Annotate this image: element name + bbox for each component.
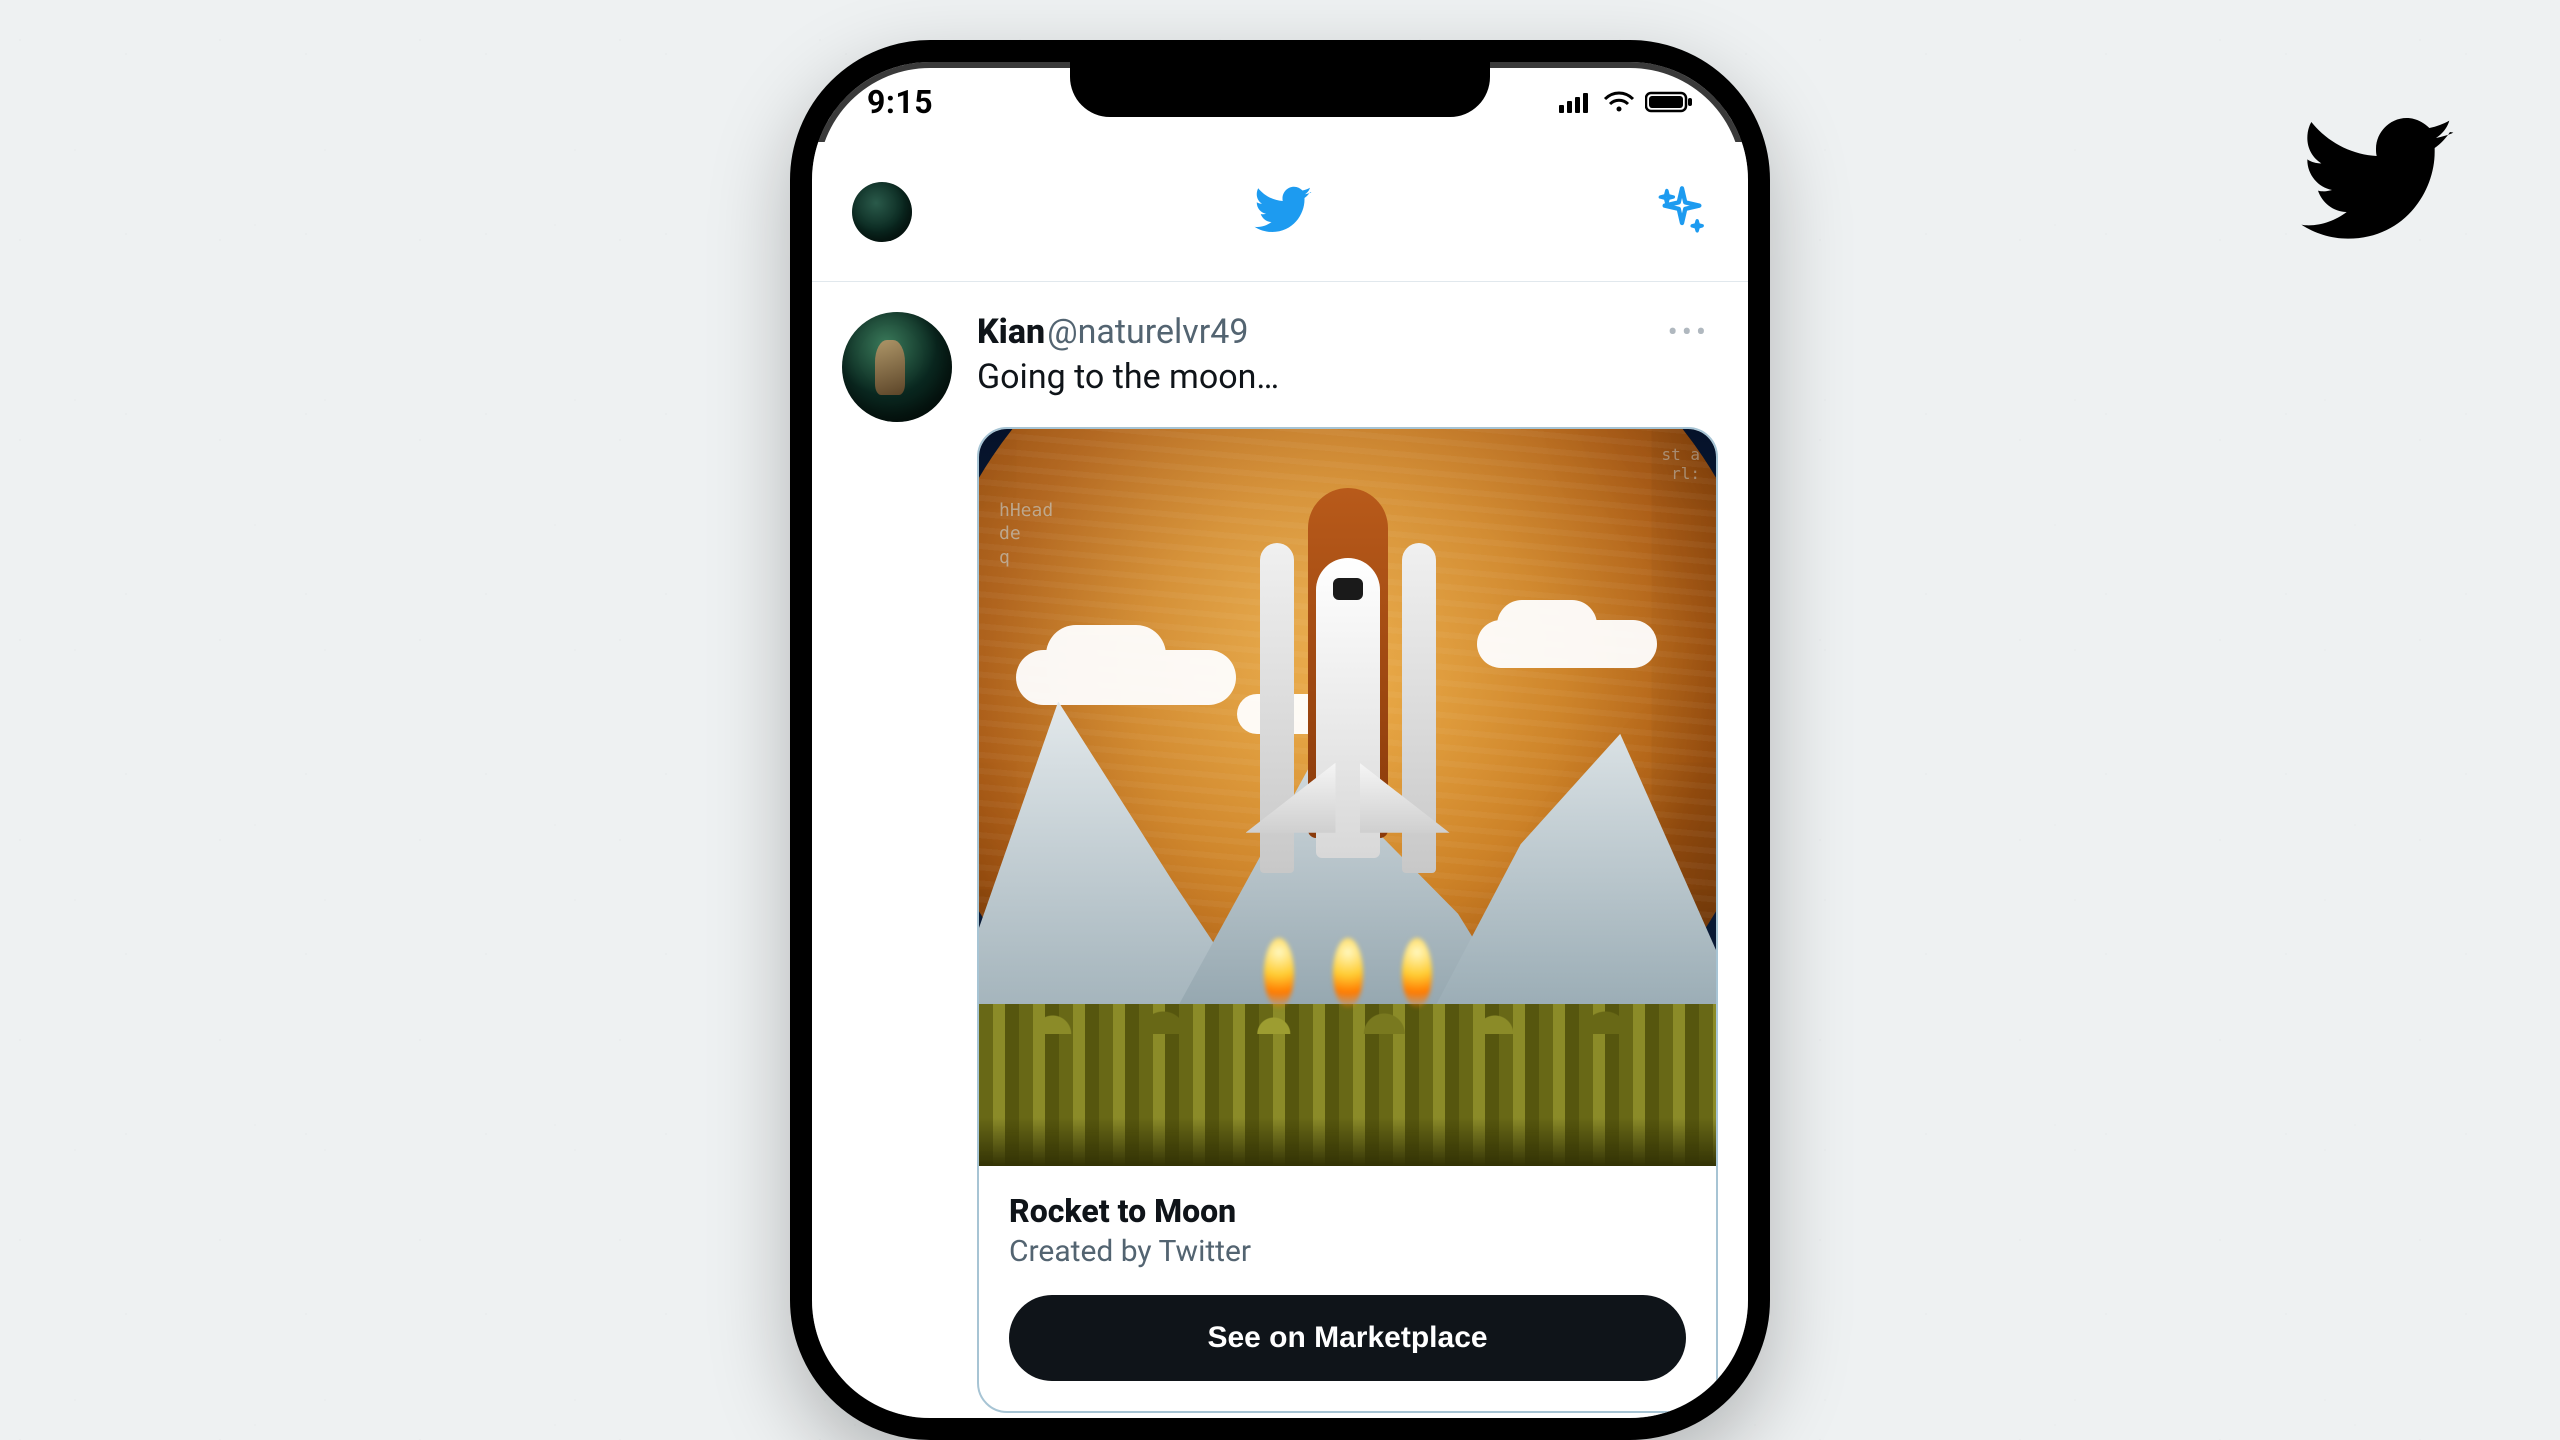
twitter-logo-corner	[2300, 100, 2460, 260]
nft-creator: Created by Twitter	[1009, 1234, 1686, 1269]
nft-title: Rocket to Moon	[1009, 1192, 1686, 1230]
twitter-logo-icon[interactable]	[1254, 180, 1314, 244]
tweet-actions	[977, 1413, 1718, 1440]
nft-art-cloud	[1016, 650, 1236, 705]
nft-art-shuttle	[1238, 488, 1458, 968]
sparkle-icon[interactable]	[1656, 184, 1708, 240]
nft-meta: Rocket to Moon Created by Twitter See on…	[979, 1166, 1716, 1411]
nft-image[interactable]: hHead de q st a rl:	[979, 429, 1716, 1166]
tweet-user[interactable]: Kian@naturelvr49	[977, 312, 1249, 353]
tweet-body: Kian@naturelvr49 ••• Going to the moon…	[977, 312, 1718, 1440]
phone-notch	[1070, 62, 1490, 117]
status-time: 9:15	[867, 83, 933, 121]
more-options-icon[interactable]: •••	[1660, 315, 1718, 350]
tweet-author-avatar[interactable]	[842, 312, 952, 422]
author-handle: @naturelvr49	[1047, 312, 1248, 352]
wifi-icon	[1603, 91, 1635, 113]
nft-art-overlay-text: hHead de q	[999, 499, 1053, 569]
profile-avatar-small[interactable]	[852, 182, 912, 242]
cellular-icon	[1559, 91, 1593, 113]
nft-card[interactable]: hHead de q st a rl: Rocket to Moon Creat…	[977, 427, 1718, 1413]
nft-art-trees	[979, 1004, 1716, 1166]
nft-art-overlay-text: st a rl:	[1661, 445, 1700, 483]
nft-art-cloud	[1477, 620, 1657, 668]
app-header	[812, 142, 1748, 282]
tweet-header: Kian@naturelvr49 •••	[977, 312, 1718, 353]
status-icons	[1559, 91, 1693, 113]
author-name: Kian	[977, 312, 1045, 352]
twitter-app: Kian@naturelvr49 ••• Going to the moon…	[812, 142, 1748, 1418]
tweet-text: Going to the moon…	[977, 357, 1718, 397]
tweet[interactable]: Kian@naturelvr49 ••• Going to the moon…	[812, 282, 1748, 1440]
see-on-marketplace-button[interactable]: See on Marketplace	[1009, 1295, 1686, 1381]
phone-frame: 9:15	[790, 40, 1770, 1440]
battery-icon	[1645, 91, 1693, 113]
